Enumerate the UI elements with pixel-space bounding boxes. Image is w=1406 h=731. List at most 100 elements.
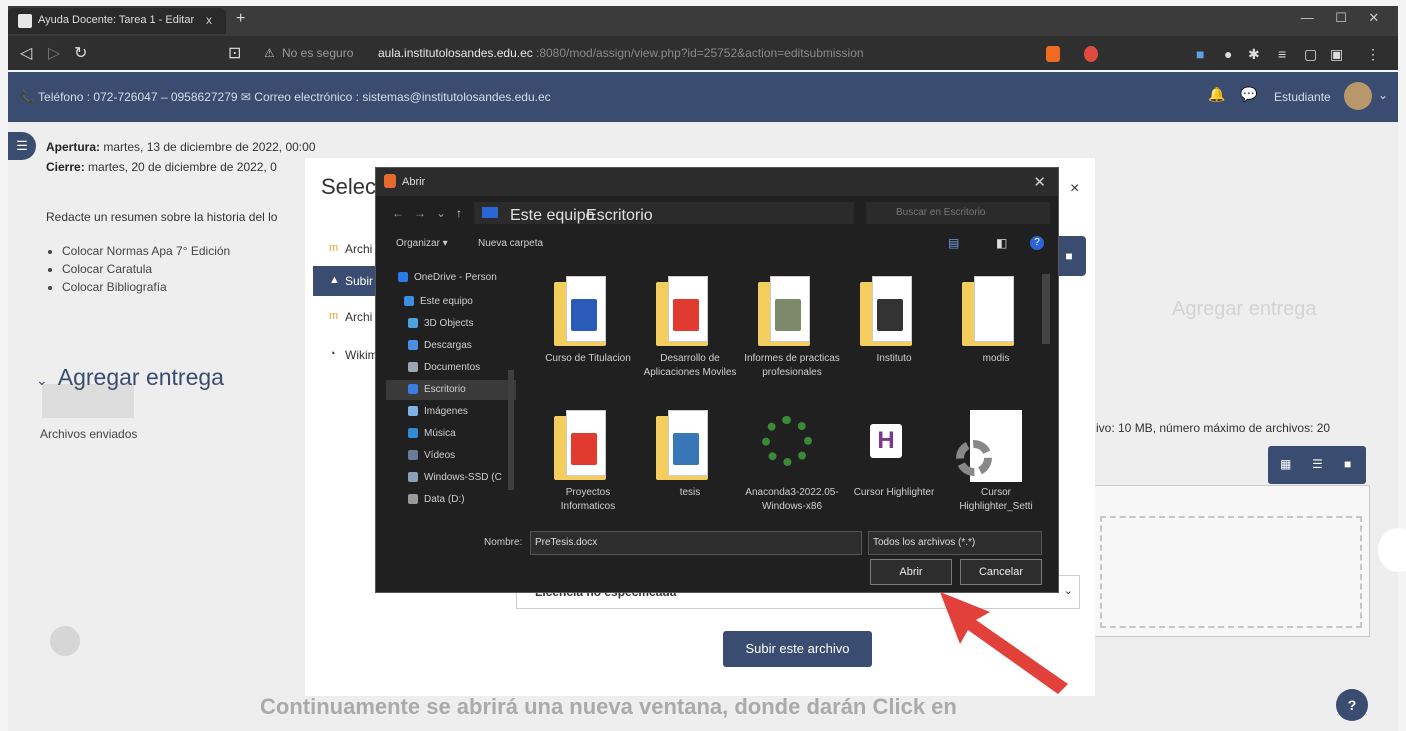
- forward-icon[interactable]: →: [414, 206, 426, 220]
- tree-node[interactable]: Imágenes: [386, 402, 516, 422]
- open-button[interactable]: Abrir: [870, 559, 952, 585]
- file-item[interactable]: H Cursor Highlighter: [846, 396, 942, 526]
- folder-icon: [554, 276, 610, 348]
- tree-node[interactable]: OneDrive - Person: [386, 268, 516, 288]
- bookmark-icon[interactable]: ⊡: [228, 43, 241, 63]
- up-icon[interactable]: ↑: [456, 206, 462, 220]
- brave-shield-icon[interactable]: [1046, 46, 1060, 62]
- organize-button[interactable]: Organizar ▾: [396, 238, 448, 249]
- tab-close-icon[interactable]: x: [206, 13, 212, 27]
- tree-node[interactable]: Vídeos: [386, 446, 516, 466]
- tree-node-label: OneDrive - Person: [414, 272, 497, 283]
- maximize-icon[interactable]: ☐: [1335, 10, 1347, 30]
- grid-scrollbar[interactable]: [1042, 274, 1050, 344]
- tree-node[interactable]: Descargas: [386, 336, 516, 356]
- repo-item-upload[interactable]: ▲ Subir: [313, 266, 383, 296]
- requirements-list: Colocar Normas Apa 7° Edición Colocar Ca…: [44, 244, 230, 298]
- folder-icon: [656, 410, 712, 482]
- file-item[interactable]: modis: [948, 262, 1044, 392]
- shield-icon[interactable]: ●: [1224, 46, 1232, 62]
- crumb-desktop[interactable]: Escritorio: [586, 207, 653, 225]
- warning-icon[interactable]: ⚠: [264, 46, 275, 60]
- url-path: :8080/mod/assign/view.php?id=25752&actio…: [536, 46, 864, 60]
- tree-node[interactable]: Música: [386, 424, 516, 444]
- file-type-select[interactable]: Todos los archivos (*.*): [868, 531, 1042, 555]
- tree-node-label: Imágenes: [424, 406, 468, 417]
- new-folder-button[interactable]: Nueva carpeta: [478, 238, 543, 249]
- folder-view-icon[interactable]: ■: [1344, 457, 1351, 471]
- playlist-icon[interactable]: ≡: [1278, 46, 1286, 62]
- sidebar-icon[interactable]: ▢: [1304, 46, 1317, 63]
- tree-node[interactable]: Escritorio: [386, 380, 516, 400]
- menu-icon[interactable]: ⋮: [1366, 46, 1380, 63]
- brave-rewards-icon[interactable]: [1084, 46, 1098, 62]
- open-value: martes, 13 de diciembre de 2022, 00:00: [103, 140, 316, 154]
- messages-icon[interactable]: 💬: [1240, 86, 1257, 103]
- reload-icon[interactable]: ↻: [74, 43, 87, 63]
- folder-icon: [656, 276, 712, 348]
- folder-icon: [860, 276, 916, 348]
- section-title[interactable]: ⌄ Agregar entrega: [36, 364, 224, 391]
- chevron-down-icon[interactable]: ⌄: [1378, 88, 1388, 102]
- forward-icon[interactable]: ▷: [48, 43, 60, 63]
- folder-icon: [758, 276, 814, 348]
- recent-icon[interactable]: ⌄: [436, 206, 446, 220]
- help-button[interactable]: ?: [1336, 689, 1368, 721]
- tree-node[interactable]: Data (D:): [386, 490, 516, 510]
- file-item[interactable]: Desarrollo de Aplicaciones Moviles: [642, 262, 738, 392]
- address-bar[interactable]: ⚠ No es seguro aula.institutolosandes.ed…: [250, 41, 1030, 65]
- new-tab-button[interactable]: +: [236, 10, 245, 28]
- file-item[interactable]: tesis: [642, 396, 738, 526]
- file-item[interactable]: Informes de practicas profesionales: [744, 262, 840, 392]
- section-title-text: Agregar entrega: [57, 364, 224, 390]
- chevron-down-icon[interactable]: ⌄: [36, 372, 48, 388]
- drop-zone[interactable]: [1100, 516, 1362, 628]
- installer-icon: [758, 410, 814, 482]
- puzzle-icon[interactable]: ✱: [1248, 46, 1260, 63]
- wallet-icon[interactable]: ▣: [1330, 46, 1343, 63]
- file-name: Cursor Highlighter: [853, 487, 935, 498]
- tree-node[interactable]: Windows-SSD (C: [386, 468, 516, 488]
- repo-item[interactable]: m Archi: [313, 302, 383, 332]
- grid-view-icon[interactable]: ▦: [1280, 457, 1291, 471]
- tree-node-icon: [408, 428, 418, 438]
- tree-node[interactable]: 3D Objects: [386, 314, 516, 334]
- breadcrumb[interactable]: Este equipo Escritorio: [474, 202, 854, 224]
- file-item[interactable]: Anaconda3-2022.05-Windows-x86: [744, 396, 840, 526]
- view-options-icon[interactable]: ▤: [948, 236, 959, 250]
- minimize-icon[interactable]: —: [1301, 10, 1314, 30]
- brave-icon: [384, 174, 396, 188]
- crumb-this-pc[interactable]: Este equipo: [510, 207, 595, 225]
- tree-node[interactable]: Documentos: [386, 358, 516, 378]
- file-name: Cursor Highlighter_Setti: [959, 487, 1033, 512]
- extension-icon[interactable]: ■: [1196, 46, 1204, 62]
- tree-node-icon: [404, 296, 414, 306]
- upload-file-button[interactable]: Subir este archivo: [723, 631, 872, 667]
- window-controls[interactable]: — ☐ ✕: [1290, 10, 1390, 30]
- close-icon[interactable]: ✕: [1033, 173, 1046, 191]
- file-item[interactable]: Proyectos Informaticos: [540, 396, 636, 526]
- help-icon[interactable]: ?: [1030, 236, 1044, 250]
- repo-item[interactable]: ◔ Wikim: [313, 340, 383, 370]
- back-icon[interactable]: ←: [392, 206, 404, 220]
- browser-tab[interactable]: Ayuda Docente: Tarea 1 - Editar x: [8, 8, 226, 34]
- file-item[interactable]: Instituto: [846, 262, 942, 392]
- preview-pane-icon[interactable]: ◧: [996, 236, 1007, 250]
- file-name-field[interactable]: PreTesis.docx: [530, 531, 862, 555]
- tree-node[interactable]: Este equipo: [386, 292, 516, 312]
- file-item[interactable]: Cursor Highlighter_Setti: [948, 396, 1044, 526]
- list-view-icon[interactable]: ☰: [1312, 457, 1323, 471]
- tree-node-icon: [408, 318, 418, 328]
- notification-bell-icon[interactable]: 🔔: [1208, 86, 1225, 102]
- tree-scrollbar[interactable]: [508, 370, 514, 490]
- window-close-icon[interactable]: ✕: [1368, 10, 1379, 30]
- back-icon[interactable]: ◁: [20, 43, 32, 63]
- tree-node-label: Vídeos: [424, 450, 456, 461]
- file-item[interactable]: Curso de Titulacion: [540, 262, 636, 392]
- close-icon[interactable]: ×: [1070, 180, 1079, 198]
- drawer-toggle-icon[interactable]: ☰: [8, 132, 36, 160]
- search-input[interactable]: Buscar en Escritorio: [866, 202, 1050, 224]
- cancel-button[interactable]: Cancelar: [960, 559, 1042, 585]
- repo-item[interactable]: m Archi: [313, 234, 383, 264]
- avatar[interactable]: [1344, 82, 1372, 110]
